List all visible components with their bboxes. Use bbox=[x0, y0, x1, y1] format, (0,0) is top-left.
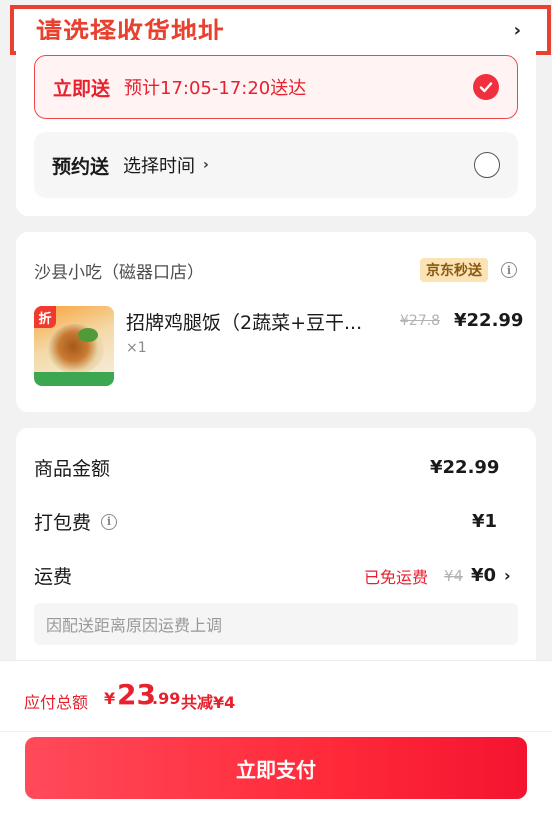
delivery-option-scheduled[interactable]: 预约送 选择时间 › bbox=[34, 132, 518, 198]
packing-fee-value: ¥1 bbox=[472, 511, 498, 532]
store-name[interactable]: 沙县小吃（磁器口店） bbox=[34, 258, 204, 283]
pay-now-button[interactable]: 立即支付 bbox=[25, 737, 527, 799]
fee-row-shipping[interactable]: 运费 已免运费 ¥4 ¥0 › bbox=[34, 562, 518, 589]
delivery-now-estimate: 预计17:05-17:20送达 bbox=[124, 78, 307, 99]
shipping-note: 因配送距离原因运费上调 bbox=[34, 603, 518, 645]
item-original-price: ¥27.8 bbox=[400, 313, 441, 329]
info-icon[interactable]: i bbox=[501, 262, 517, 278]
chevron-right-icon: › bbox=[513, 19, 521, 41]
total-amount-decimal: .99 bbox=[152, 689, 181, 708]
item-name[interactable]: 招牌鸡腿饭（2蔬菜+豆干... bbox=[126, 308, 362, 335]
goods-amount-value: ¥22.99 bbox=[430, 457, 500, 478]
total-saving: 共减¥4 bbox=[181, 693, 236, 712]
delivery-options-card: 立即送 预计17:05-17:20送达 预约送 选择时间 › bbox=[16, 40, 536, 216]
shipping-fee-label: 运费 bbox=[34, 566, 73, 588]
item-quantity: ×1 bbox=[126, 340, 147, 356]
info-icon[interactable]: i bbox=[101, 513, 118, 530]
shipping-original-price: ¥4 bbox=[444, 566, 464, 585]
delivery-now-label: 立即送 bbox=[53, 77, 111, 100]
total-currency: ¥ bbox=[104, 689, 116, 708]
vegetable-image bbox=[78, 328, 98, 342]
total-amount-integer: 23 bbox=[117, 678, 156, 711]
chevron-right-icon: › bbox=[203, 157, 209, 173]
shipping-fee-value: ¥0 bbox=[471, 565, 497, 586]
radio-empty-icon[interactable] bbox=[474, 152, 500, 178]
check-mark-glyph bbox=[479, 82, 493, 93]
fee-row-goods: 商品金额 ¥22.99 bbox=[34, 454, 518, 481]
delivery-option-now[interactable]: 立即送 预计17:05-17:20送达 bbox=[34, 55, 518, 119]
fees-card: 商品金额 ¥22.99 打包费 i ¥1 运费 已免运费 ¥4 ¥0 › 因配送… bbox=[16, 428, 536, 668]
item-price: ¥22.99 bbox=[454, 310, 524, 331]
delivery-scheduled-label: 预约送 bbox=[52, 155, 110, 178]
checkout-bar: 应付总额 ¥ 23 .99 共减¥4 立即支付 bbox=[0, 660, 552, 816]
thumb-strip bbox=[34, 372, 114, 386]
store-badge: 京东秒送 bbox=[420, 258, 488, 282]
total-label: 应付总额 bbox=[24, 693, 89, 712]
discount-tag: 折 bbox=[34, 306, 56, 328]
free-shipping-text: 已免运费 bbox=[364, 567, 429, 587]
item-thumbnail[interactable]: 折 bbox=[34, 306, 114, 386]
store-card: 沙县小吃（磁器口店） 京东秒送 i 折 招牌鸡腿饭（2蔬菜+豆干... ×1 ¥… bbox=[16, 232, 536, 412]
chevron-right-icon: › bbox=[504, 566, 511, 585]
packing-fee-label: 打包费 bbox=[34, 512, 92, 534]
fee-row-packing: 打包费 i ¥1 bbox=[34, 508, 518, 535]
divider bbox=[0, 731, 552, 732]
check-icon bbox=[473, 74, 499, 100]
select-time-link[interactable]: 选择时间 bbox=[123, 152, 195, 178]
goods-amount-label: 商品金额 bbox=[34, 458, 111, 480]
